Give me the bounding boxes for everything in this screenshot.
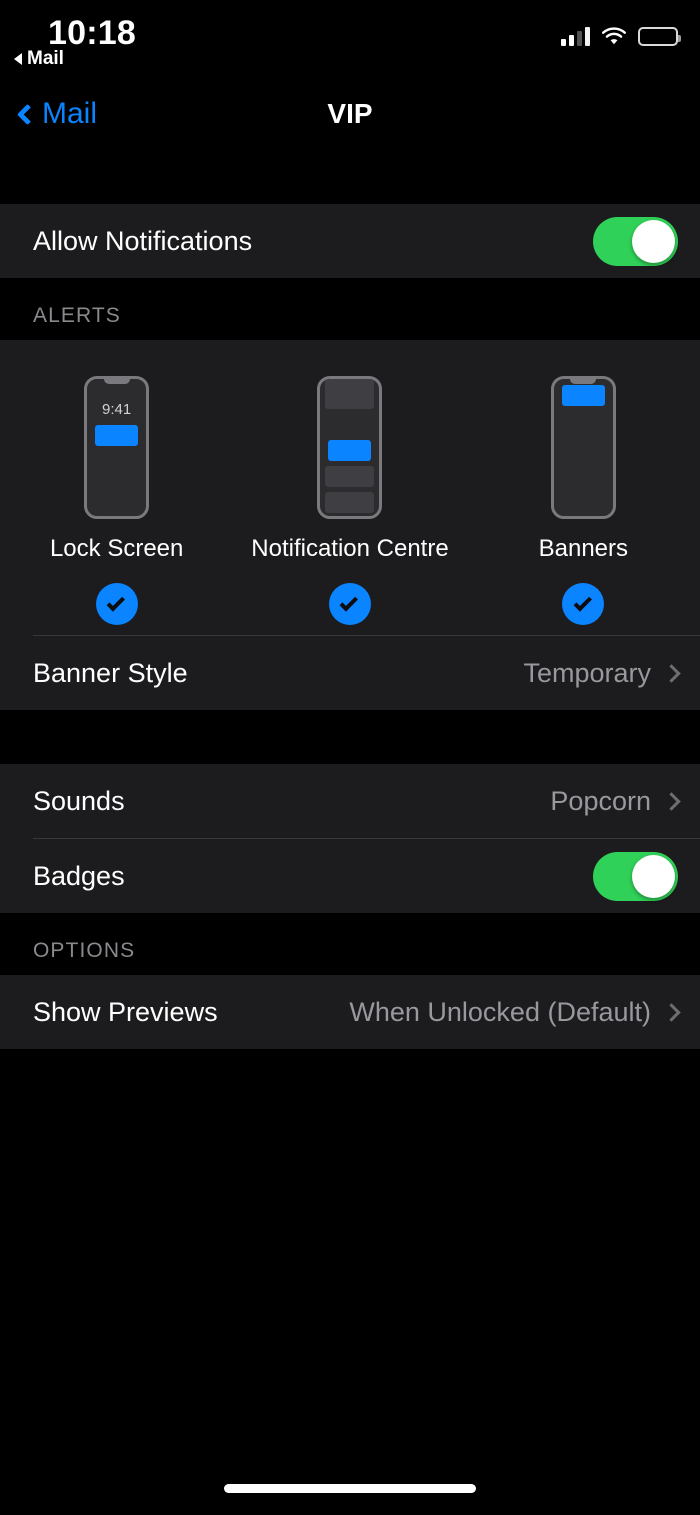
phone-notch: [103, 379, 130, 384]
preview-notification-bar: [328, 440, 372, 461]
page-title: VIP: [327, 98, 373, 129]
alerts-card: 9:41 Lock Screen Notification Centre Ban…: [0, 340, 700, 710]
lock-screen-preview-time: 9:41: [102, 401, 132, 418]
spacer-top: [0, 150, 700, 204]
alert-option-checkmark[interactable]: [562, 583, 605, 625]
sounds-badges-card: Sounds Popcorn Badges: [0, 764, 700, 913]
alert-option-label: Lock Screen: [49, 535, 184, 562]
lock-screen-preview-icon: 9:41: [84, 376, 150, 519]
chevron-right-icon: [662, 663, 681, 683]
sounds-label: Sounds: [33, 785, 125, 816]
preview-gray-bar: [325, 466, 375, 487]
row-allow-notifications[interactable]: Allow Notifications: [0, 204, 700, 278]
checkmark-icon: [340, 592, 359, 612]
chevron-right-icon: [662, 1002, 681, 1022]
preview-gray-bar: [325, 492, 375, 513]
alert-option-banners[interactable]: Banners: [467, 376, 700, 625]
allow-notifications-toggle[interactable]: [593, 216, 678, 266]
wifi-icon: [601, 26, 627, 46]
row-show-previews[interactable]: Show Previews When Unlocked (Default): [0, 975, 700, 1049]
alert-option-notification-centre[interactable]: Notification Centre: [233, 376, 466, 625]
show-previews-label: Show Previews: [33, 996, 218, 1027]
allow-notifications-label: Allow Notifications: [33, 225, 253, 256]
navigation-bar: Mail VIP: [0, 78, 700, 150]
iphone-screen: 10:18 Mail Mail VIP Allow Notifications …: [0, 0, 700, 1515]
banners-preview-icon: [550, 376, 616, 519]
back-to-app-indicator[interactable]: Mail: [14, 48, 64, 70]
alert-option-checkmark[interactable]: [328, 583, 371, 625]
toggle-knob: [632, 219, 675, 263]
triangle-left-icon: [14, 53, 22, 65]
preview-notification-bar: [561, 385, 605, 406]
show-previews-value: When Unlocked (Default): [349, 996, 651, 1027]
options-section-header: OPTIONS: [0, 913, 700, 975]
checkmark-icon: [106, 592, 126, 612]
row-sounds[interactable]: Sounds Popcorn: [0, 764, 700, 838]
allow-notifications-card: Allow Notifications: [0, 204, 700, 278]
options-card: Show Previews When Unlocked (Default): [0, 975, 700, 1049]
status-bar-indicators: [561, 26, 681, 46]
alert-options-row: 9:41 Lock Screen Notification Centre Ban…: [0, 340, 700, 635]
status-bar: 10:18 Mail: [0, 0, 700, 78]
alerts-section-header: ALERTS: [0, 278, 700, 340]
alert-option-label: Banners: [538, 535, 629, 562]
checkmark-icon: [573, 592, 592, 612]
back-to-app-label: Mail: [27, 48, 64, 69]
chevron-right-icon: [662, 791, 681, 811]
home-indicator[interactable]: [224, 1484, 476, 1493]
preview-notification-bar: [95, 425, 139, 446]
alert-option-label: Notification Centre: [251, 535, 449, 562]
badges-toggle[interactable]: [593, 851, 678, 901]
toggle-knob: [632, 854, 675, 898]
banner-style-value: Temporary: [523, 657, 651, 688]
alert-option-checkmark[interactable]: [95, 583, 138, 625]
badges-label: Badges: [33, 860, 125, 891]
phone-notch: [570, 379, 597, 384]
row-banner-style[interactable]: Banner Style Temporary: [0, 636, 700, 710]
settings-list: Allow Notifications ALERTS 9:41 Lock Scr…: [0, 150, 700, 1049]
preview-gray-bar: [325, 379, 375, 400]
cellular-signal-icon: [561, 26, 590, 46]
spacer-alerts-sounds: [0, 710, 700, 764]
row-badges[interactable]: Badges: [0, 839, 700, 913]
alert-option-lock-screen[interactable]: 9:41 Lock Screen: [0, 376, 233, 625]
notification-centre-preview-icon: [317, 376, 383, 519]
sounds-value: Popcorn: [550, 785, 651, 816]
banner-style-label: Banner Style: [33, 657, 188, 688]
battery-icon: [638, 26, 681, 46]
